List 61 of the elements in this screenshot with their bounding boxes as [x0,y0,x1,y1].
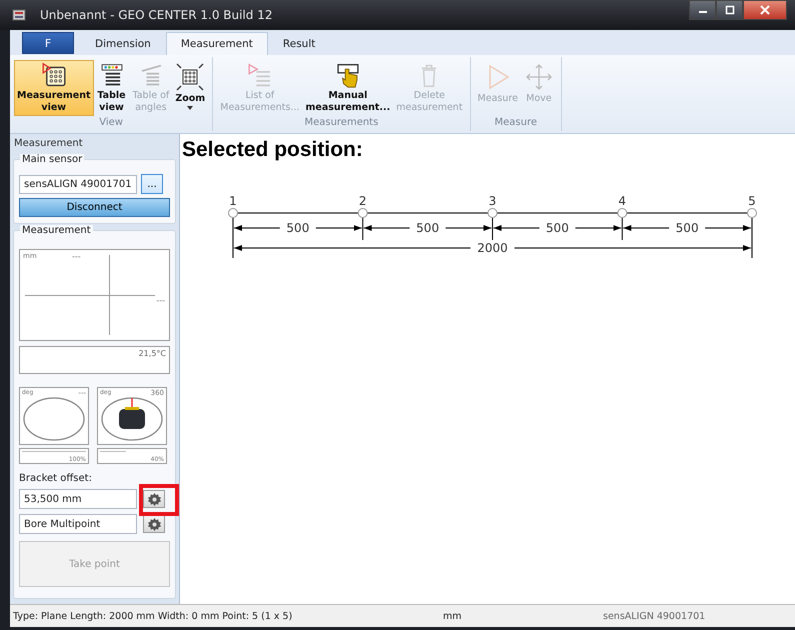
group-legend: Main sensor [20,154,84,165]
settings-button[interactable] [143,490,165,508]
ribbon-button[interactable]: Table view [94,60,130,116]
ribbon-button[interactable]: Zoom [172,60,208,116]
point-label: 1 [229,194,237,208]
ribbon-tab[interactable]: Result [268,32,330,55]
empty-dial-icon [22,396,86,442]
extension-line [362,218,364,240]
extension-line [492,218,493,240]
ribbon-tab[interactable]: Measurement [166,32,268,55]
bracket-offset-label: Bracket offset: [19,473,93,484]
status-unit: mm [443,610,463,622]
input-field[interactable]: Bore Multipoint [19,514,137,534]
close-icon [760,5,770,15]
close-button[interactable] [743,0,787,20]
ribbon-group-label: Measurements [304,117,378,130]
ribbon-group-label: Measure [494,117,537,130]
point-label: 4 [618,194,626,208]
settings-button[interactable] [143,515,165,533]
point-marker[interactable] [747,208,757,218]
maximize-icon [724,5,734,15]
status-text: Type: Plane Length: 2000 mm Width: 0 mm Point: 5 (1 x 5) [13,610,294,622]
point-label: 3 [488,194,496,208]
browse-button[interactable]: ... [141,174,163,194]
settings-icon [146,492,162,506]
status-sensor: sensALIGN 49001701 [603,610,706,622]
maximize-button[interactable] [716,0,743,20]
point-marker[interactable] [488,208,498,218]
point-marker[interactable] [617,208,628,218]
window-title: Unbenannt - GEO CENTER 1.0 Build 12 [40,8,272,22]
point-label: 2 [358,194,367,208]
group-legend: Measurement [20,225,93,236]
sensor-dial-icon [100,396,164,442]
app-menu-button[interactable]: F [22,32,74,54]
ribbon-button[interactable]: Manual measurement... [302,60,394,116]
ribbon-button[interactable]: Measurement view [14,60,94,116]
move-arrows-icon [524,62,554,92]
zoom-frame-icon [175,62,206,92]
point-marker[interactable] [358,208,368,218]
minimize-button[interactable] [689,0,716,20]
dimension-value: 500 [286,221,310,235]
disconnect-button[interactable]: Disconnect [19,198,170,217]
point-marker[interactable] [228,208,238,218]
extension-line [232,218,234,258]
input-field[interactable]: 53,500 mm [19,489,137,509]
sensor-field[interactable]: sensALIGN 49001701 [19,174,137,194]
dimension-value: 500 [416,221,440,235]
plot-reading: --- [156,296,165,305]
app-icon [12,9,26,21]
dimension-value: 500 [546,221,569,235]
settings-icon [146,516,162,532]
temperature-reading: 21,5°C [138,349,166,358]
ribbon-group-label: View [99,117,123,130]
extension-line [622,218,623,240]
panel-title: Measurement [13,137,84,151]
dimension-value: 500 [676,221,699,235]
dimension-value: 2000 [477,241,508,255]
ribbon-tab[interactable]: Dimension [80,32,166,55]
plot-reading: --- [72,252,81,261]
section-heading: Selected position: [182,138,364,162]
point-label: 5 [748,194,756,208]
